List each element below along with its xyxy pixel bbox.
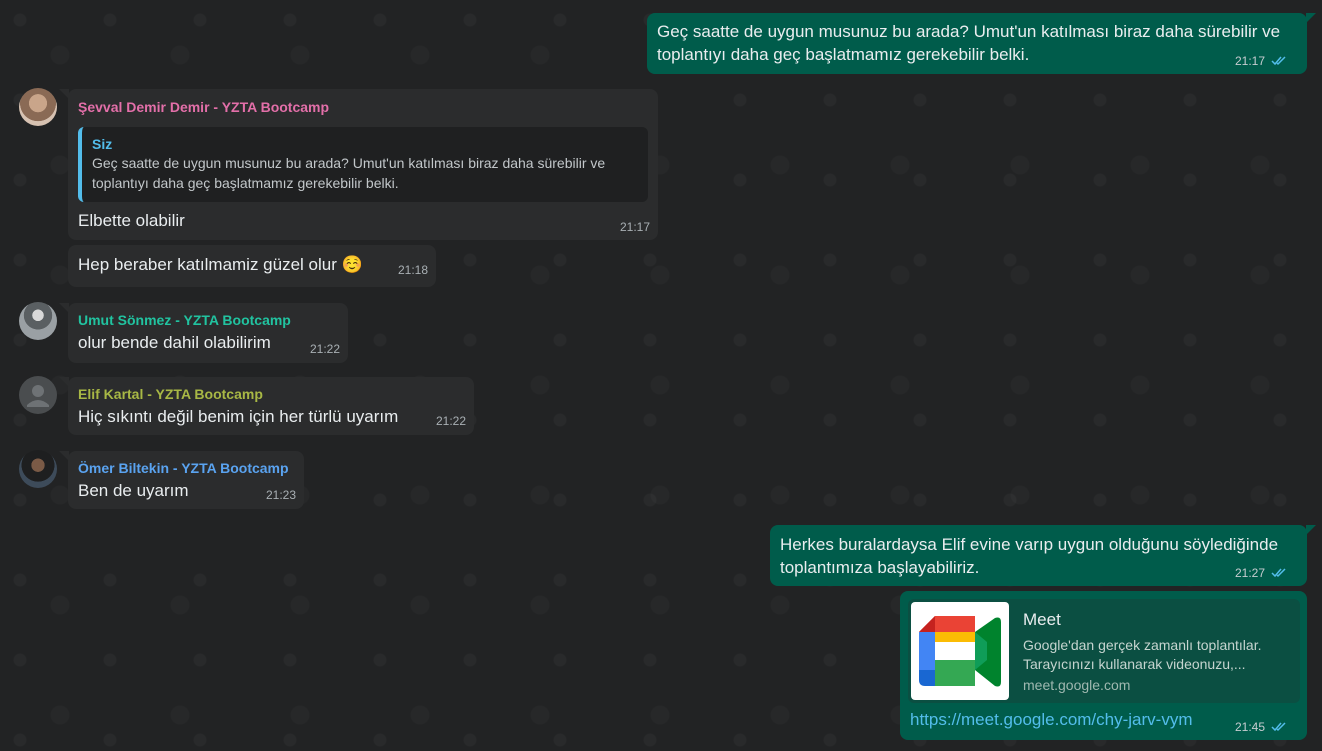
- incoming-message[interactable]: Şevval Demir Demir - YZTA Bootcamp Siz G…: [59, 89, 658, 240]
- message-text: Hiç sıkıntı değil benim için her türlü u…: [78, 407, 399, 426]
- message-text: Hep beraber katılmamiz güzel olur ☺️: [78, 255, 363, 274]
- message-time: 21:22: [309, 342, 340, 356]
- quote-sender: Siz: [92, 136, 113, 152]
- link-title: Meet: [1023, 610, 1061, 629]
- bubble-tail: [59, 377, 69, 387]
- incoming-message[interactable]: Ömer Biltekin - YZTA Bootcamp Ben de uya…: [59, 451, 304, 509]
- message-time: 21:27: [1234, 566, 1265, 580]
- message-text: Geç saatte de uygun musunuz bu arada? Um…: [657, 22, 1281, 64]
- message-time: 21:23: [265, 488, 296, 502]
- quoted-message[interactable]: Siz Geç saatte de uygun musunuz bu arada…: [78, 127, 648, 202]
- link-preview-card[interactable]: Meet Google'dan gerçek zamanlı toplantıl…: [908, 599, 1300, 703]
- incoming-message[interactable]: Hep beraber katılmamiz güzel olur ☺️ 21:…: [68, 245, 436, 287]
- message-time: 21:22: [435, 414, 466, 428]
- link-domain: meet.google.com: [1023, 677, 1131, 693]
- message-text: Elbette olabilir: [78, 211, 185, 230]
- double-check-icon: [1271, 722, 1286, 732]
- bubble-tail: [1306, 13, 1316, 23]
- avatar[interactable]: [19, 88, 57, 126]
- message-text: Herkes buralardaysa Elif evine varıp uyg…: [780, 535, 1279, 577]
- message-link[interactable]: https://meet.google.com/chy-jarv-vym: [910, 710, 1192, 730]
- sender-name: Şevval Demir Demir - YZTA Bootcamp: [78, 99, 330, 115]
- message-text: Ben de uyarım: [78, 481, 189, 500]
- avatar[interactable]: [19, 302, 57, 340]
- outgoing-message[interactable]: Geç saatte de uygun musunuz bu arada? Um…: [647, 13, 1316, 74]
- message-text: olur bende dahil olabilirim: [78, 333, 271, 352]
- person-icon[interactable]: [19, 376, 57, 414]
- bubble-tail: [1306, 525, 1316, 535]
- avatar[interactable]: [19, 450, 57, 488]
- incoming-message[interactable]: Elif Kartal - YZTA Bootcamp Hiç sıkıntı …: [59, 377, 474, 435]
- sender-name: Umut Sönmez - YZTA Bootcamp: [78, 312, 291, 328]
- sender-name: Ömer Biltekin - YZTA Bootcamp: [78, 460, 289, 476]
- outgoing-message[interactable]: Herkes buralardaysa Elif evine varıp uyg…: [770, 525, 1316, 586]
- double-check-icon: [1271, 56, 1286, 66]
- bubble-tail: [59, 303, 69, 313]
- message-time: 21:17: [619, 220, 650, 234]
- message-time: 21:17: [1234, 54, 1265, 68]
- quote-text: Geç saatte de uygun musunuz bu arada? Um…: [92, 155, 606, 191]
- double-check-icon: [1271, 568, 1286, 578]
- link-description: Google'dan gerçek zamanlı toplantılar. T…: [1023, 637, 1262, 672]
- message-time: 21:45: [1234, 720, 1265, 734]
- google-meet-logo-icon: [911, 602, 1009, 700]
- sender-name: Elif Kartal - YZTA Bootcamp: [78, 386, 263, 402]
- outgoing-link-message[interactable]: Meet Google'dan gerçek zamanlı toplantıl…: [900, 591, 1307, 740]
- incoming-message[interactable]: Umut Sönmez - YZTA Bootcamp olur bende d…: [59, 303, 348, 363]
- message-time: 21:18: [397, 263, 428, 277]
- bubble-tail: [59, 89, 69, 99]
- bubble-tail: [59, 451, 69, 461]
